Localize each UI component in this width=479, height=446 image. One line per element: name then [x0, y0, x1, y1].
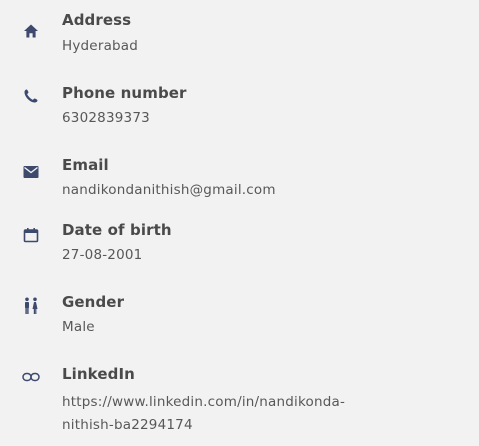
- contact-info-panel: Address Hyderabad Phone number 630283937…: [0, 0, 479, 446]
- calendar-icon: [22, 226, 40, 244]
- home-icon: [22, 22, 40, 40]
- phone-label: Phone number: [62, 84, 187, 102]
- linkedin-url-line2[interactable]: nithish-ba2294174: [62, 417, 193, 433]
- phone-value: 6302839373: [62, 110, 150, 126]
- gender-label: Gender: [62, 293, 125, 311]
- dob-value: 27-08-2001: [62, 247, 143, 263]
- gender-value: Male: [62, 319, 95, 335]
- linkedin-label: LinkedIn: [62, 365, 135, 383]
- email-value: nandikondanithish@gmail.com: [62, 182, 276, 198]
- mail-icon: [22, 163, 40, 181]
- email-label: Email: [62, 156, 109, 174]
- address-label: Address: [62, 11, 132, 29]
- address-value: Hyderabad: [62, 38, 139, 54]
- phone-icon: [22, 87, 40, 105]
- gender-icon: [22, 297, 40, 315]
- link-icon: [22, 368, 40, 386]
- linkedin-url-line1[interactable]: https://www.linkedin.com/in/nandikonda-: [62, 394, 345, 410]
- dob-label: Date of birth: [62, 221, 172, 239]
